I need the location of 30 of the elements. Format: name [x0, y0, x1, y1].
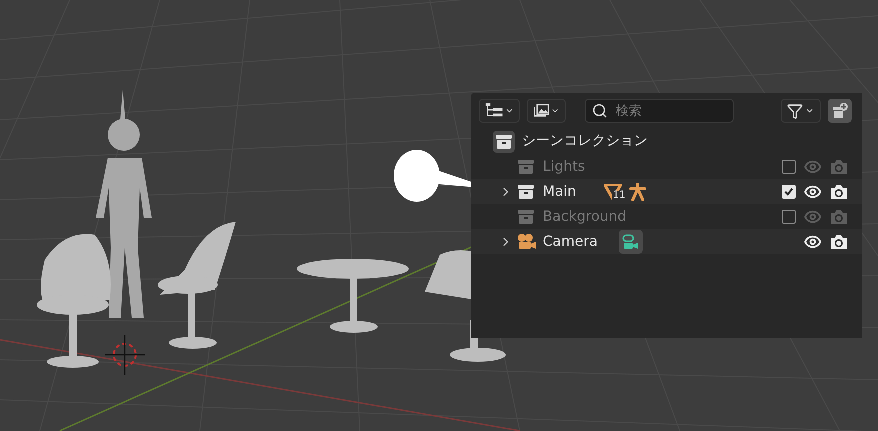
outliner-row[interactable]: Main 11: [471, 179, 862, 204]
collection-box-icon: [517, 208, 535, 224]
mesh-count: 11: [612, 190, 627, 200]
new-collection-button[interactable]: [828, 99, 852, 123]
item-label[interactable]: Main: [543, 182, 603, 200]
add-collection-icon: [831, 102, 849, 120]
filter-icon: [787, 102, 804, 120]
collection-box-icon: [517, 158, 535, 174]
movie-camera-icon: [517, 232, 537, 250]
camera-icon[interactable]: [830, 234, 848, 250]
collection-box-icon: [495, 134, 513, 150]
hierarchy-icon: [485, 103, 504, 119]
camera-data-badge[interactable]: [619, 230, 643, 254]
image-stack-icon: [533, 103, 550, 119]
item-label[interactable]: Camera: [543, 232, 603, 250]
search-icon: [592, 103, 608, 119]
video-camera-icon: [622, 234, 640, 250]
outliner-row[interactable]: Camera: [471, 229, 862, 254]
collection-box-icon: [517, 184, 535, 200]
view-layer-button[interactable]: [527, 99, 566, 123]
stick-figure-icon[interactable]: [629, 182, 647, 200]
checkbox[interactable]: [782, 210, 796, 224]
search-field[interactable]: 検索: [585, 99, 734, 123]
item-label[interactable]: シーンコレクション: [522, 131, 648, 152]
filter-button[interactable]: [781, 99, 821, 123]
camera-icon[interactable]: [830, 184, 848, 200]
display-mode-button[interactable]: [479, 99, 520, 123]
3d-cursor-icon: [104, 334, 146, 376]
checkbox[interactable]: [782, 160, 796, 174]
outliner-row[interactable]: シーンコレクション: [471, 129, 862, 154]
